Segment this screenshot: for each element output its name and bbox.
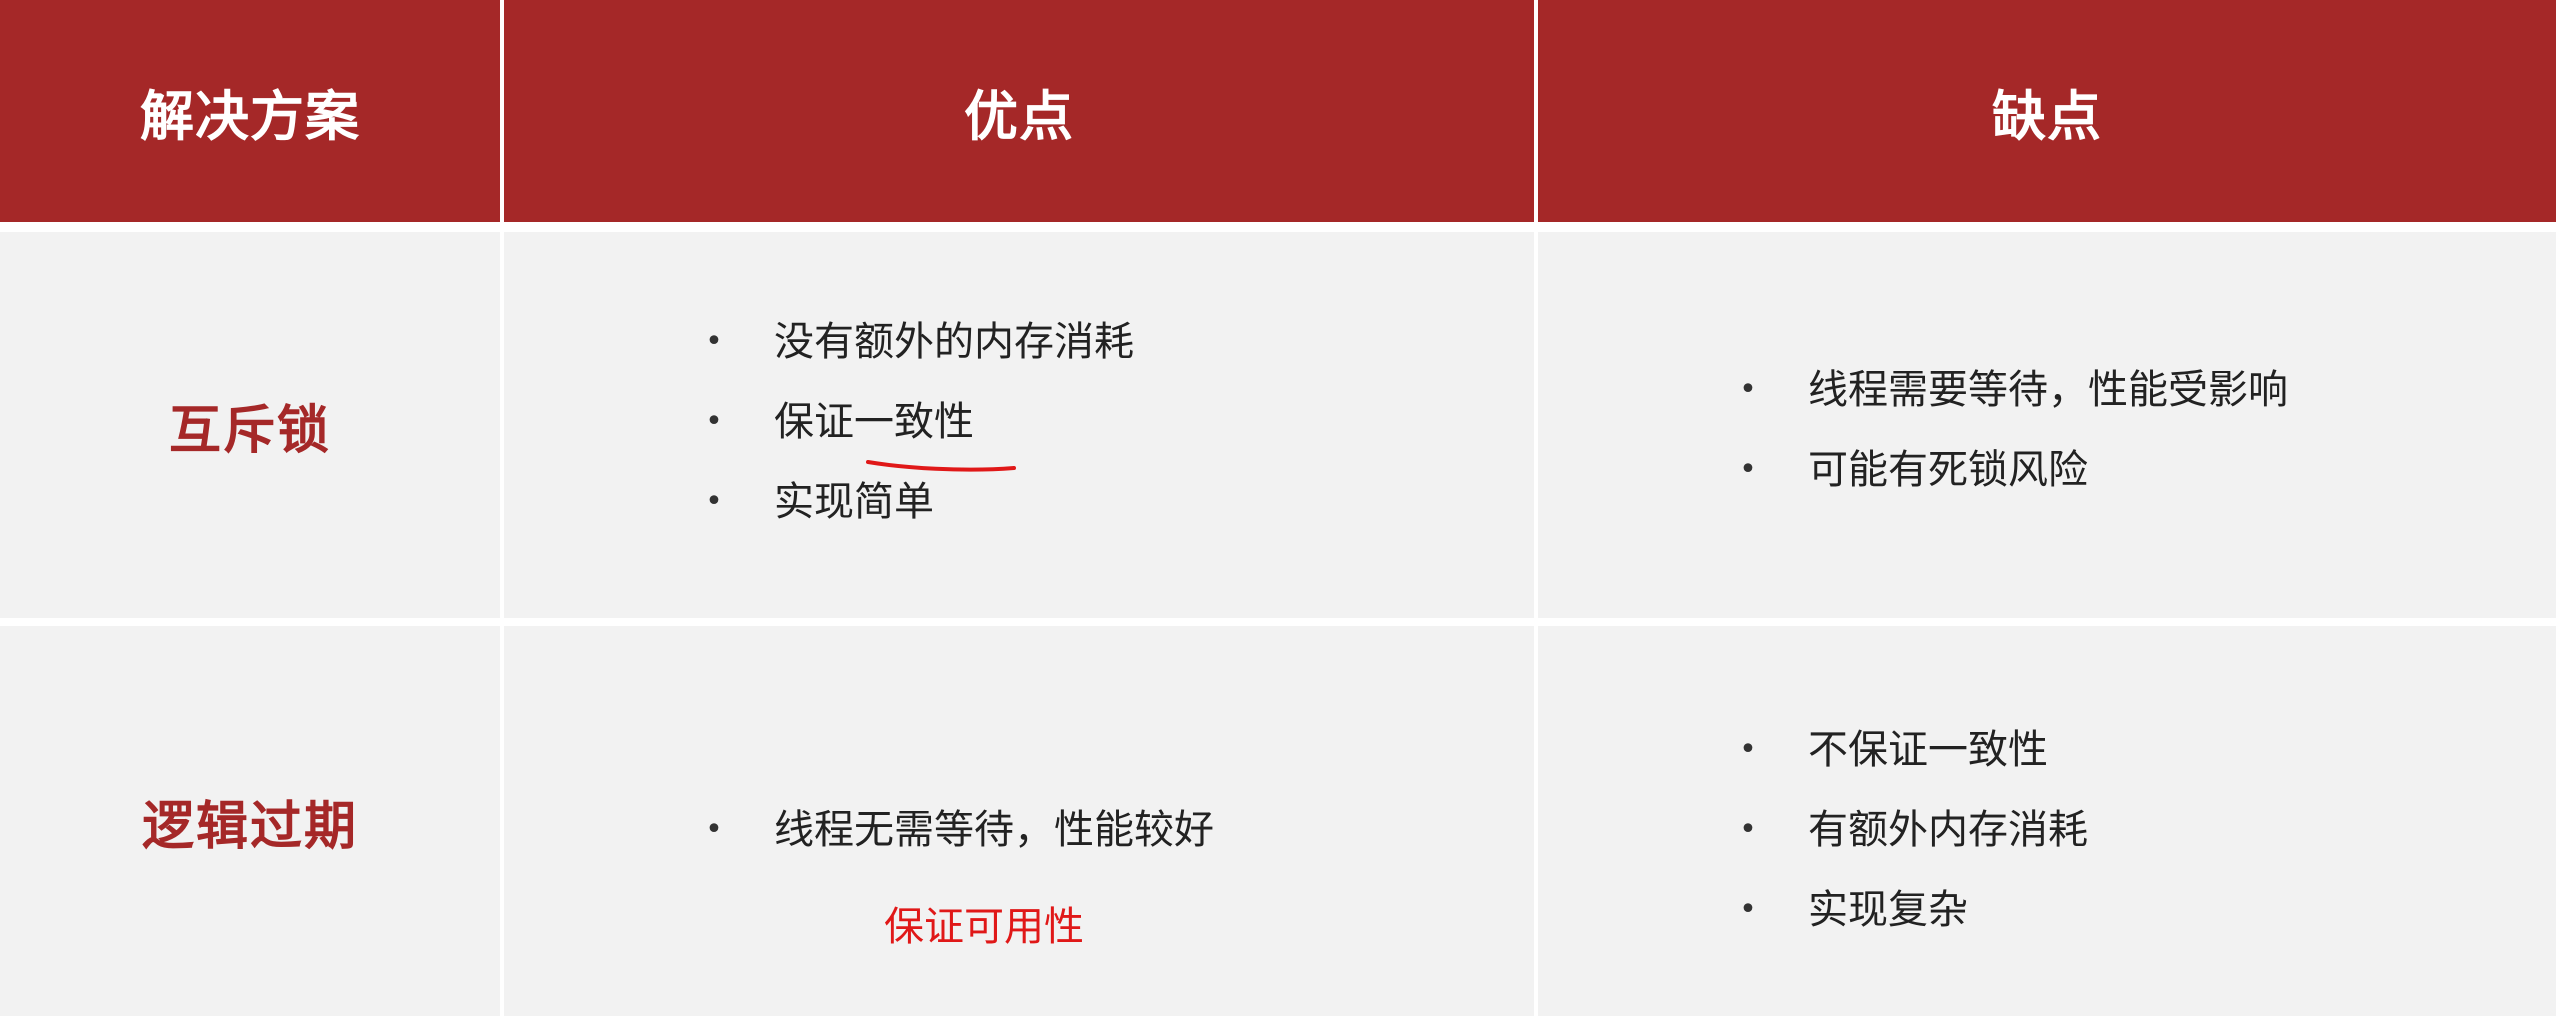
list-item: • 不保证一致性 <box>1738 710 2088 790</box>
handwritten-underline <box>866 460 1016 472</box>
bullet-icon: • <box>1739 892 1757 927</box>
row-logical-pros-cell: • 线程无需等待，性能较好 保证可用性 <box>504 626 1534 1016</box>
row-label-mutex: 互斥锁 <box>0 232 500 618</box>
list-item: • 线程无需等待，性能较好 <box>704 790 1214 870</box>
bullet-icon: • <box>705 812 723 847</box>
list-item: • 线程需要等待，性能受影响 <box>1738 350 2288 430</box>
header-pros: 优点 <box>504 0 1534 222</box>
handwritten-note: 保证可用性 <box>884 904 1084 950</box>
row-logical-cons-cell: • 不保证一致性 • 有额外内存消耗 • 实现复杂 <box>1538 626 2556 1016</box>
logical-pros-list: • 线程无需等待，性能较好 <box>704 790 1214 870</box>
bullet-icon: • <box>1739 732 1757 767</box>
row-label-logical-expire: 逻辑过期 <box>0 626 500 1016</box>
row-mutex-pros-cell: • 没有额外的内存消耗 • 保证一致性 • 实现简单 <box>504 232 1534 618</box>
logical-cons-list: • 不保证一致性 • 有额外内存消耗 • 实现复杂 <box>1738 710 2088 950</box>
list-item: • 没有额外的内存消耗 <box>704 302 1134 382</box>
list-item: • 保证一致性 <box>704 382 1134 462</box>
bullet-icon: • <box>1739 452 1757 487</box>
bullet-icon: • <box>705 484 723 519</box>
bullet-icon: • <box>1739 812 1757 847</box>
list-item: • 有额外内存消耗 <box>1738 790 2088 870</box>
mutex-cons-list: • 线程需要等待，性能受影响 • 可能有死锁风险 <box>1738 350 2288 510</box>
bullet-icon: • <box>705 324 723 359</box>
mutex-pros-list: • 没有额外的内存消耗 • 保证一致性 • 实现简单 <box>704 302 1134 542</box>
header-solution: 解决方案 <box>0 0 500 222</box>
comparison-slide: 解决方案 优点 缺点 互斥锁 • 没有额外的内存消耗 • 保证一致性 • 实现简单 •… <box>0 0 2570 1016</box>
header-cons: 缺点 <box>1538 0 2556 222</box>
list-item: • 实现复杂 <box>1738 870 2088 950</box>
bullet-icon: • <box>1739 372 1757 407</box>
list-item: • 可能有死锁风险 <box>1738 430 2288 510</box>
bullet-icon: • <box>705 404 723 439</box>
row-mutex-cons-cell: • 线程需要等待，性能受影响 • 可能有死锁风险 <box>1538 232 2556 618</box>
